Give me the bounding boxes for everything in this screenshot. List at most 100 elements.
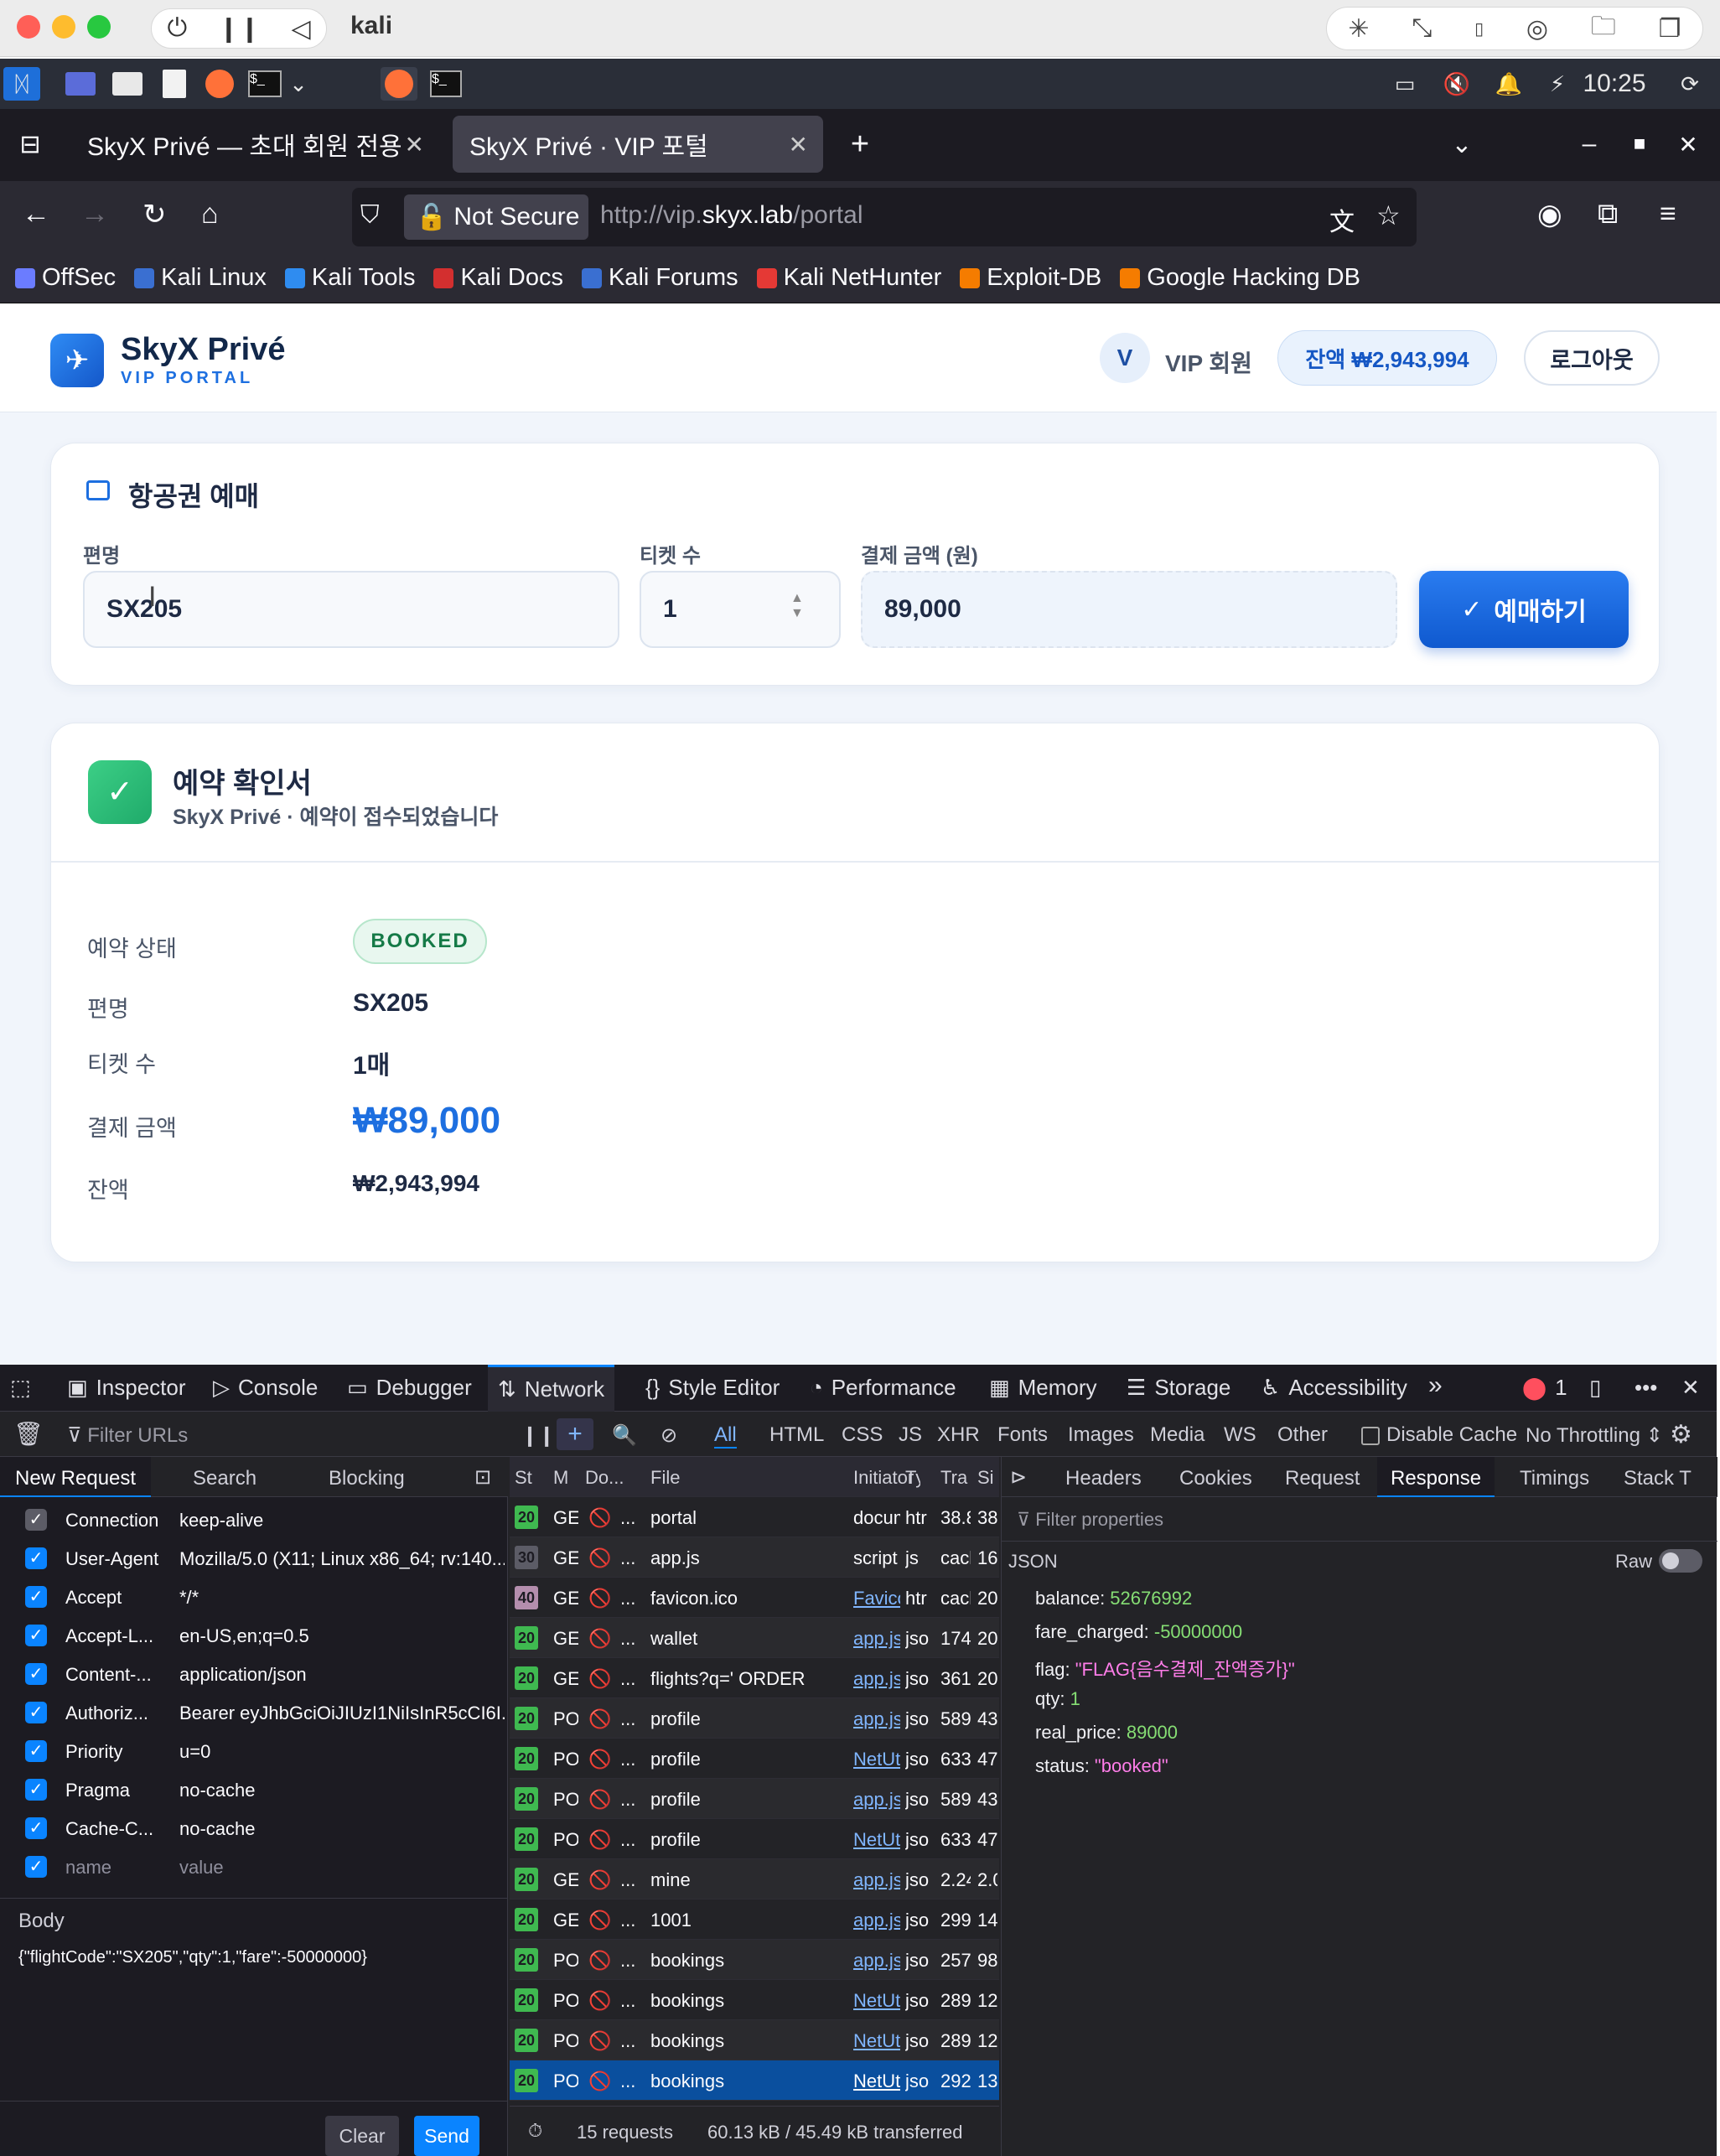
tab-debugger[interactable]: ▭ Debugger xyxy=(347,1375,472,1401)
column-type[interactable]: Ty xyxy=(905,1467,920,1489)
header-key[interactable]: Authoriz... xyxy=(65,1703,159,1724)
header-key[interactable]: Pragma xyxy=(65,1780,159,1801)
request-row[interactable]: 40 GE 🚫... favicon.ico Favico...htrcach 20 xyxy=(510,1578,999,1618)
list-tabs-icon[interactable]: ⌄ xyxy=(1445,127,1479,161)
tab-overview-icon[interactable]: ⊟ xyxy=(12,127,49,161)
header-checkbox[interactable]: ✓ xyxy=(25,1817,47,1839)
filter-js[interactable]: JS xyxy=(899,1423,922,1447)
header-key[interactable]: Accept-L... xyxy=(65,1625,159,1647)
header-checkbox[interactable]: ✓ xyxy=(25,1625,47,1646)
header-key[interactable]: Accept xyxy=(65,1587,159,1609)
collapse-panel-icon[interactable]: ⊡ xyxy=(474,1465,491,1490)
tab-new-request[interactable]: New Request xyxy=(0,1457,151,1497)
column-transferred[interactable]: Tra xyxy=(940,1467,969,1489)
site-info-button[interactable]: 🔓 Not Secure xyxy=(404,194,588,240)
bookmark-kali-linux[interactable]: Kali Linux xyxy=(134,264,267,292)
header-key[interactable]: Priority xyxy=(65,1741,159,1763)
header-name-placeholder[interactable]: name xyxy=(65,1857,159,1879)
tab-blocking[interactable]: Blocking xyxy=(329,1467,405,1490)
tab-console[interactable]: ▷ Console xyxy=(213,1375,318,1401)
power-status-icon[interactable]: ⚡ xyxy=(1541,67,1574,101)
home-icon[interactable]: ⌂ xyxy=(201,198,219,231)
url-text[interactable]: http://vip.skyx.lab/portal xyxy=(600,201,863,230)
bookmark-kali-nethunter[interactable]: Kali NetHunter xyxy=(756,264,941,292)
spinner-icon[interactable]: ▲ ▼ xyxy=(790,591,804,621)
json-property[interactable]: balance: 52676992 xyxy=(1035,1588,1192,1609)
request-row[interactable]: 20 GE 🚫... portal docum...htr 38.8 38 xyxy=(510,1497,999,1537)
request-row[interactable]: 20 GE 🚫... 1001 app.js:...jso 299 14 xyxy=(510,1899,999,1940)
desktop-icon[interactable] xyxy=(65,72,96,96)
header-value[interactable]: no-cache xyxy=(179,1780,505,1801)
qty-input[interactable]: 1 ▲ ▼ xyxy=(640,571,841,648)
filter-fonts[interactable]: Fonts xyxy=(997,1423,1048,1447)
screen-icon[interactable]: ▭ xyxy=(1388,67,1422,101)
json-property[interactable]: fare_charged: -50000000 xyxy=(1035,1621,1242,1643)
header-checkbox[interactable]: ✓ xyxy=(25,1547,47,1569)
filter-xhr[interactable]: XHR xyxy=(937,1423,980,1447)
filter-html[interactable]: HTML xyxy=(769,1423,824,1447)
toggle-sidebar-icon[interactable]: ⊳ xyxy=(1010,1465,1027,1490)
logout-button[interactable]: 로그아웃 xyxy=(1524,330,1660,386)
clear-button[interactable]: Clear xyxy=(325,2116,399,2156)
tab-search[interactable]: Search xyxy=(193,1467,256,1490)
json-property[interactable]: qty: 1 xyxy=(1035,1688,1080,1710)
header-checkbox[interactable]: ✓ xyxy=(25,1856,47,1878)
send-button[interactable]: Send xyxy=(414,2116,479,2156)
chevron-down-icon[interactable]: ⌄ xyxy=(288,67,308,101)
request-row[interactable]: 20 PO 🚫... profile NetUti...jso 633 47 xyxy=(510,1819,999,1859)
close-window-icon[interactable] xyxy=(17,15,40,39)
request-row[interactable]: 20 PO 🚫... profile NetUti...jso 633 47 xyxy=(510,1739,999,1779)
new-tab-icon[interactable]: + xyxy=(843,127,877,162)
back-icon[interactable]: ← xyxy=(22,198,50,231)
firefox-running-icon[interactable] xyxy=(385,70,413,98)
settings-gear-icon[interactable]: ⚙ xyxy=(1670,1420,1692,1449)
flight-input[interactable]: SX205 xyxy=(83,571,619,648)
header-value[interactable]: */* xyxy=(179,1587,505,1609)
tab-headers[interactable]: Headers xyxy=(1065,1467,1142,1490)
close-browser-icon[interactable]: ✕ xyxy=(1671,127,1705,161)
tab-request[interactable]: Request xyxy=(1285,1467,1360,1490)
request-row[interactable]: 20 GE 🚫... mine app.js:...jso 2.24 2.0 xyxy=(510,1859,999,1899)
header-checkbox[interactable]: ✓ xyxy=(25,1663,47,1685)
bookmark-offsec[interactable]: OffSec xyxy=(15,264,116,292)
translate-icon[interactable]: 文 xyxy=(1329,201,1355,238)
error-counter[interactable]: ⬤ 1 xyxy=(1522,1375,1567,1401)
url-bar[interactable]: ⛉ 🔓 Not Secure http://vip.skyx.lab/porta… xyxy=(352,188,1417,246)
tab-stack-trace[interactable]: Stack T xyxy=(1624,1467,1704,1490)
tab-storage[interactable]: ☰ Storage xyxy=(1127,1375,1230,1401)
filter-other[interactable]: Other xyxy=(1277,1423,1328,1447)
json-property[interactable]: flag: "FLAG{음수결제_잔액증가}" xyxy=(1035,1655,1295,1682)
tab-accessibility[interactable]: ♿ Accessibility xyxy=(1261,1375,1407,1401)
header-checkbox[interactable]: ✓ xyxy=(25,1509,47,1531)
header-value[interactable]: keep-alive xyxy=(179,1510,505,1531)
header-key[interactable]: Connection xyxy=(65,1510,159,1531)
bookmark-kali-docs[interactable]: Kali Docs xyxy=(433,264,563,292)
block-icon[interactable]: ⊘ xyxy=(661,1423,677,1448)
header-checkbox[interactable]: ✓ xyxy=(25,1740,47,1762)
clock[interactable]: 10:25 xyxy=(1579,67,1650,101)
header-value[interactable]: no-cache xyxy=(179,1818,505,1840)
power-icon[interactable]: ⏻ xyxy=(167,14,187,43)
resize-icon[interactable]: ⤡ xyxy=(1412,14,1432,43)
refresh-panel-icon[interactable]: ⟳ xyxy=(1673,67,1707,101)
header-value[interactable]: Mozilla/5.0 (X11; Linux x86_64; rv:140..… xyxy=(179,1548,505,1570)
request-row[interactable]: 20 GE 🚫... flights?q=' ORDER app.js:...jso 36… xyxy=(510,1658,999,1698)
request-row[interactable]: 20 PO 🚫... bookings NetUti...jso 289 12 xyxy=(510,2020,999,2060)
column-status[interactable]: St xyxy=(515,1467,532,1489)
close-tab-icon[interactable]: ✕ xyxy=(789,131,808,158)
trash-icon[interactable]: 🗑 xyxy=(13,1420,44,1448)
tab-response[interactable]: Response xyxy=(1377,1457,1495,1497)
bookmark-kali-forums[interactable]: Kali Forums xyxy=(581,264,738,292)
forward-icon[interactable]: → xyxy=(80,198,109,231)
tab-network[interactable]: ⇅ Network xyxy=(488,1365,615,1412)
responsive-design-icon[interactable]: ▯ xyxy=(1589,1375,1601,1401)
mute-icon[interactable]: 🔇 xyxy=(1440,67,1474,101)
account-icon[interactable]: ◉ xyxy=(1537,198,1562,231)
maximize-icon[interactable]: ■ xyxy=(1623,127,1656,161)
close-tab-icon[interactable]: ✕ xyxy=(405,131,424,158)
book-button[interactable]: ✓ 예매하기 xyxy=(1419,571,1629,648)
header-checkbox[interactable]: ✓ xyxy=(25,1586,47,1608)
header-value[interactable]: Bearer eyJhbGciOiJIUzI1NiIsInR5cCI6I... xyxy=(179,1703,505,1724)
request-row[interactable]: 20 PO 🚫... profile app.js:...jso 589 43 xyxy=(510,1779,999,1819)
filter-ws[interactable]: WS xyxy=(1224,1423,1256,1447)
